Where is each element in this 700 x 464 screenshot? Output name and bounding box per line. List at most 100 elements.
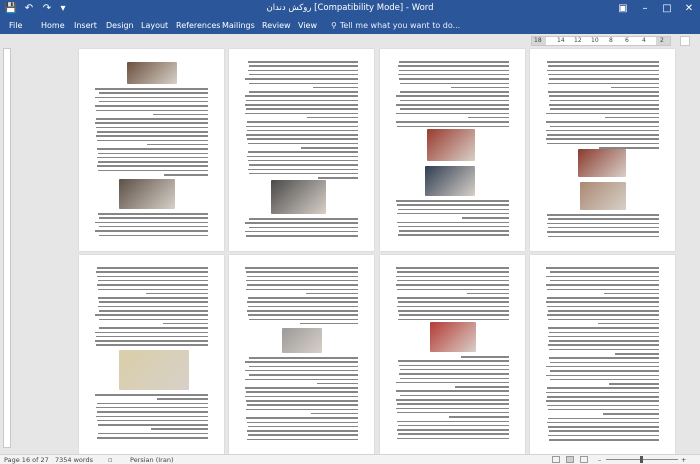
- text-line: [396, 399, 509, 401]
- ribbon-display-icon[interactable]: ▣: [612, 0, 634, 18]
- text-line: [98, 213, 208, 215]
- text-line: [98, 432, 208, 435]
- text-line: [99, 327, 208, 329]
- text-line: [400, 99, 509, 102]
- status-bar: Page 16 of 27 7354 words ▫ Persian (Iran…: [0, 454, 700, 464]
- tab-design[interactable]: Design: [106, 21, 134, 30]
- text-line: [397, 403, 509, 405]
- text-line: [399, 364, 509, 367]
- text-line: [548, 91, 659, 93]
- text-line: [98, 152, 208, 155]
- embedded-image[interactable]: [127, 62, 177, 84]
- text-line: [97, 148, 208, 150]
- text-line: [99, 217, 208, 219]
- tab-review[interactable]: Review: [262, 21, 291, 30]
- embedded-image[interactable]: [282, 328, 322, 353]
- tab-file[interactable]: File: [9, 21, 22, 30]
- text-line: [247, 404, 358, 406]
- text-line: [548, 408, 659, 411]
- proofing-icon[interactable]: ▫: [108, 456, 112, 464]
- embedded-image[interactable]: [425, 166, 475, 196]
- document-page[interactable]: [380, 255, 525, 454]
- tab-insert[interactable]: Insert: [74, 21, 97, 30]
- text-line: [313, 86, 358, 89]
- text-line: [397, 125, 509, 128]
- ruler-toggle[interactable]: [680, 36, 690, 46]
- document-page[interactable]: [229, 255, 374, 454]
- text-line: [550, 279, 659, 282]
- tab-home[interactable]: Home: [41, 21, 65, 30]
- text-line: [605, 116, 659, 119]
- text-line: [455, 386, 509, 388]
- embedded-image[interactable]: [430, 322, 476, 352]
- zoom-slider-thumb[interactable]: [640, 456, 643, 463]
- zoom-out-button[interactable]: –: [598, 456, 601, 464]
- text-line: [598, 322, 659, 325]
- text-line: [397, 305, 509, 308]
- text-line: [611, 86, 659, 89]
- ruler-tick: 2: [660, 37, 664, 44]
- text-line: [248, 305, 358, 308]
- text-line: [549, 340, 659, 342]
- tab-layout[interactable]: Layout: [141, 21, 168, 30]
- text-line: [246, 417, 358, 419]
- text-line: [248, 297, 358, 299]
- text-line: [307, 116, 358, 119]
- text-line: [547, 305, 659, 308]
- page-count[interactable]: Page 16 of 27: [4, 456, 49, 464]
- document-page[interactable]: [530, 49, 675, 251]
- text-line: [95, 230, 208, 232]
- tell-me-search[interactable]: ⚲ Tell me what you want to do...: [331, 21, 460, 30]
- text-line: [398, 234, 509, 236]
- text-line: [98, 169, 208, 172]
- read-mode-button[interactable]: [552, 456, 560, 463]
- embedded-image[interactable]: [119, 179, 175, 209]
- vertical-ruler[interactable]: [3, 48, 11, 448]
- ruler-tick: 8: [609, 37, 613, 44]
- text-line: [548, 434, 659, 437]
- text-line: [99, 310, 208, 312]
- document-page[interactable]: [530, 255, 675, 454]
- text-line: [547, 297, 659, 299]
- word-count[interactable]: 7354 words: [55, 456, 93, 464]
- text-line: [146, 292, 208, 295]
- close-icon[interactable]: ✕: [678, 0, 700, 18]
- text-line: [95, 122, 208, 124]
- text-line: [311, 412, 358, 415]
- zoom-in-button[interactable]: +: [681, 456, 686, 464]
- horizontal-ruler[interactable]: 18 14 12 10 8 6 4 2: [531, 36, 671, 46]
- embedded-image[interactable]: [578, 149, 626, 177]
- tab-view[interactable]: View: [298, 21, 317, 30]
- text-line: [246, 391, 358, 393]
- text-line: [400, 108, 509, 110]
- embedded-image[interactable]: [427, 129, 475, 161]
- document-page[interactable]: [229, 49, 374, 251]
- language-indicator[interactable]: Persian (Iran): [130, 456, 174, 464]
- document-page[interactable]: [380, 49, 525, 251]
- text-line: [95, 221, 208, 224]
- text-line: [317, 382, 358, 385]
- minimize-icon[interactable]: –: [634, 0, 656, 18]
- text-line: [462, 217, 509, 219]
- print-layout-button[interactable]: [566, 456, 574, 463]
- embedded-image[interactable]: [119, 350, 189, 390]
- document-page[interactable]: [79, 49, 224, 251]
- embedded-image[interactable]: [580, 182, 626, 210]
- maximize-icon[interactable]: □: [656, 0, 678, 18]
- text-line: [249, 357, 358, 359]
- text-line: [399, 314, 509, 316]
- text-line: [548, 82, 659, 85]
- text-line: [546, 374, 659, 377]
- embedded-image[interactable]: [271, 180, 326, 214]
- text-line: [96, 406, 208, 409]
- text-line: [467, 292, 509, 295]
- text-line: [400, 377, 509, 380]
- document-page[interactable]: [79, 255, 224, 454]
- tab-references[interactable]: References: [176, 21, 220, 30]
- web-layout-button[interactable]: [580, 456, 588, 463]
- text-line: [546, 112, 659, 115]
- text-line: [95, 105, 208, 107]
- text-line: [249, 82, 358, 85]
- text-line: [245, 104, 358, 106]
- tab-mailings[interactable]: Mailings: [222, 21, 255, 30]
